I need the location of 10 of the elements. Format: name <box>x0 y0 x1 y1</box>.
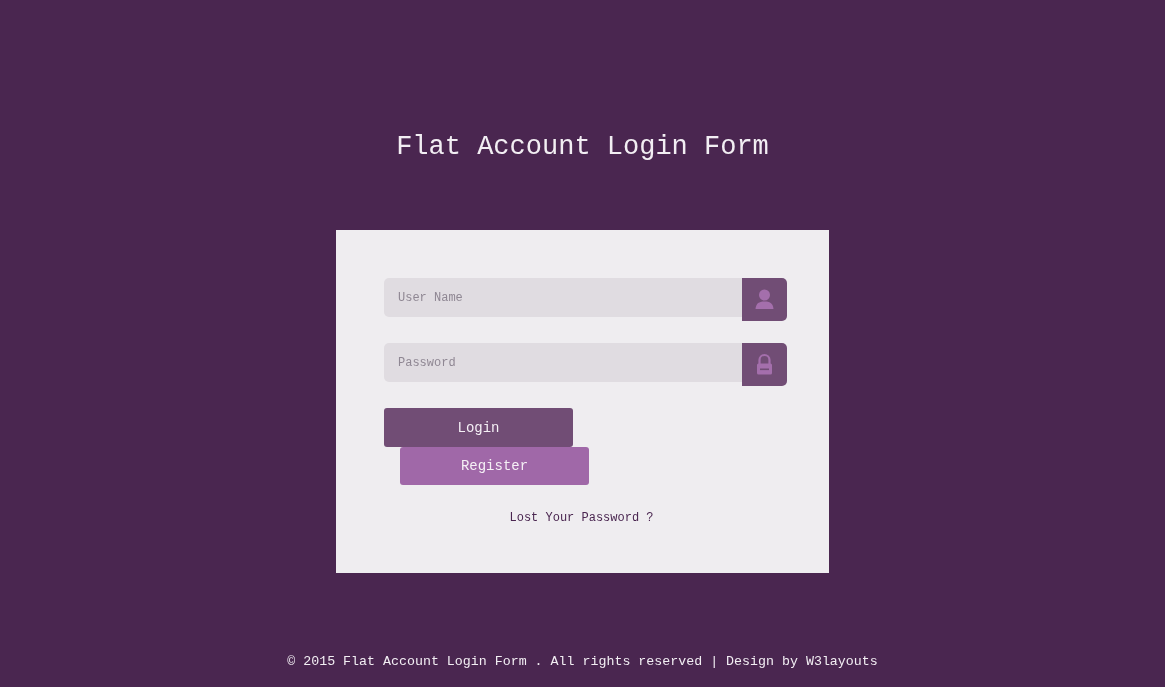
login-button[interactable]: Login <box>384 408 573 447</box>
page-title: Flat Account Login Form <box>396 131 769 164</box>
footer-copyright: © 2015 Flat Account Login Form . All rights reserved | Design by W3layouts <box>287 654 878 670</box>
username-field[interactable]: User Name <box>384 278 742 317</box>
password-field[interactable]: Password <box>384 343 742 382</box>
lost-password-link[interactable]: Lost Your Password ? <box>509 511 654 525</box>
padlock-icon <box>742 343 787 386</box>
user-icon <box>742 278 787 321</box>
designer-link[interactable]: W3layouts <box>805 654 878 669</box>
register-button[interactable]: Register <box>400 447 589 485</box>
